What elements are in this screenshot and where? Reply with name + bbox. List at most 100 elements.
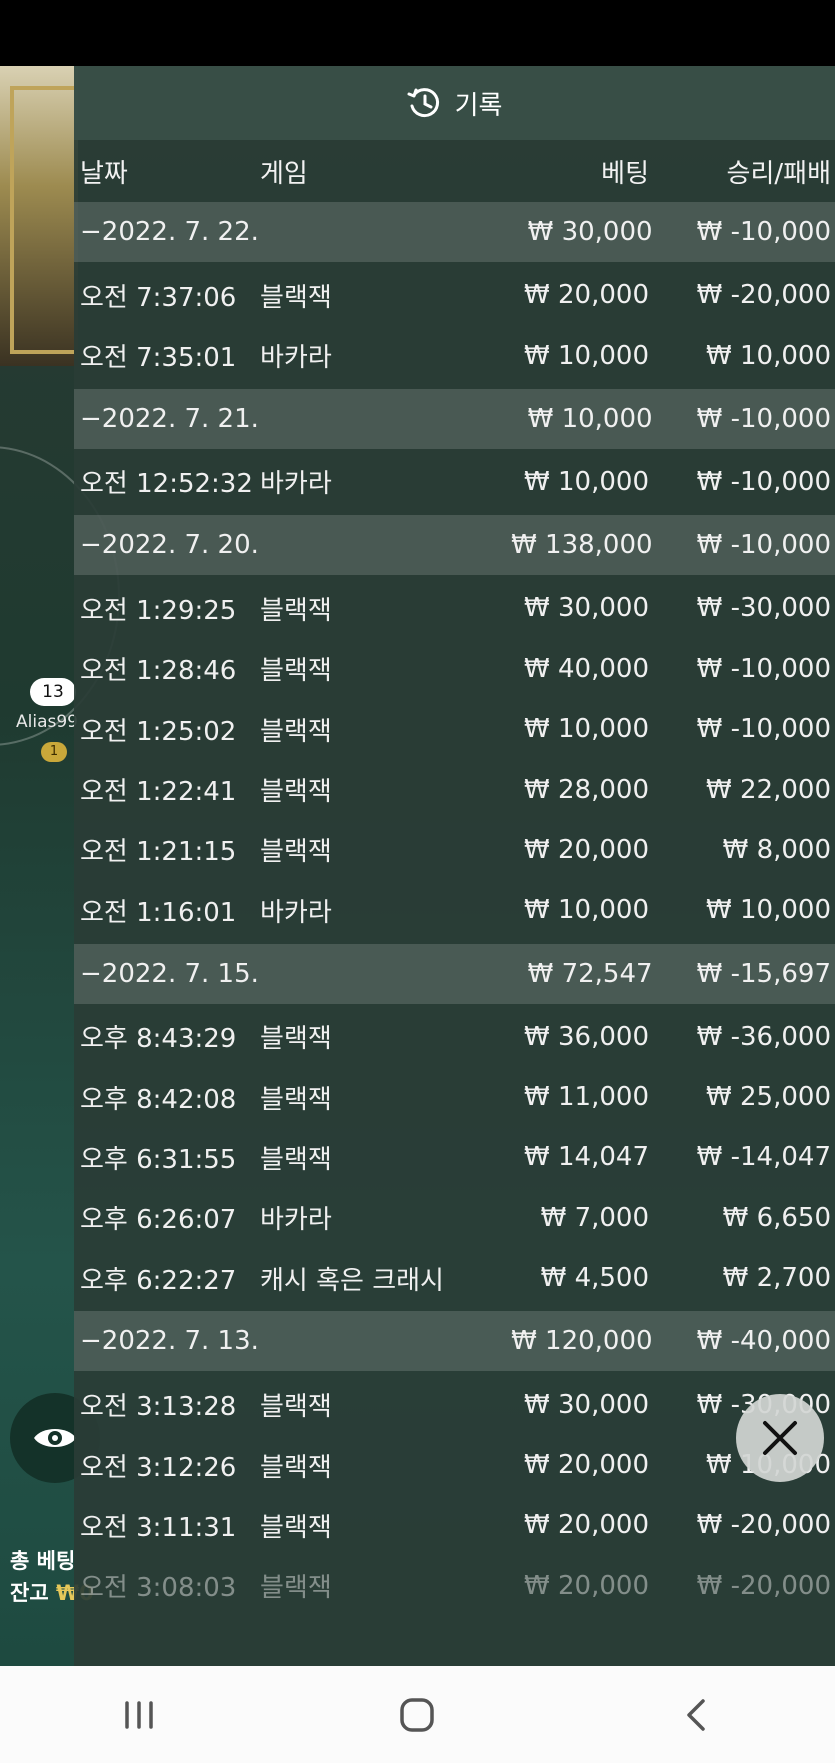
row-game: 블랙잭 bbox=[260, 1144, 332, 1175]
close-icon bbox=[763, 1421, 797, 1455]
group-date: −2022. 7. 20. bbox=[80, 530, 259, 561]
recent-apps-icon bbox=[125, 1700, 153, 1729]
history-row[interactable]: 오전 1:21:15 블랙잭 ₩ 20,000 ₩ 8,000 bbox=[74, 820, 835, 880]
date-group-row[interactable]: −2022. 7. 15. ₩ 72,547 ₩ -15,697 bbox=[74, 943, 835, 1004]
group-bet: ₩ 138,000 bbox=[511, 530, 653, 561]
row-bet: ₩ 10,000 bbox=[524, 714, 649, 745]
history-title: 기록 bbox=[454, 90, 503, 121]
home-button[interactable] bbox=[387, 1685, 447, 1745]
history-clock-icon bbox=[407, 88, 439, 118]
row-win-loss: ₩ -20,000 bbox=[696, 280, 831, 311]
row-bet: ₩ 10,000 bbox=[524, 340, 649, 371]
row-time: 오전 1:25:02 bbox=[80, 716, 237, 747]
row-time: 오전 12:52:32 bbox=[80, 469, 253, 500]
history-row[interactable]: 오전 1:28:46 블랙잭 ₩ 40,000 ₩ -10,000 bbox=[74, 639, 835, 699]
row-bet: ₩ 4,500 bbox=[540, 1263, 649, 1294]
history-row[interactable]: 오전 1:22:41 블랙잭 ₩ 28,000 ₩ 22,000 bbox=[74, 759, 835, 819]
group-win-loss: ₩ -10,000 bbox=[696, 403, 831, 434]
date-group-row[interactable]: −2022. 7. 22. ₩ 30,000 ₩ -10,000 bbox=[74, 202, 835, 262]
group-win-loss: ₩ -10,000 bbox=[696, 217, 831, 247]
row-game: 캐시 혹은 크래시 bbox=[260, 1265, 444, 1296]
group-date: −2022. 7. 15. bbox=[80, 958, 259, 989]
row-game: 블랙잭 bbox=[260, 716, 332, 747]
group-win-loss: ₩ -40,000 bbox=[696, 1326, 831, 1357]
history-row[interactable]: 오후 6:26:07 바카라 ₩ 7,000 ₩ 6,650 bbox=[74, 1188, 835, 1248]
row-bet: ₩ 14,047 bbox=[524, 1142, 649, 1173]
row-bet: ₩ 10,000 bbox=[524, 895, 649, 926]
close-button[interactable] bbox=[736, 1394, 824, 1482]
group-win-loss: ₩ -15,697 bbox=[696, 958, 831, 989]
history-row[interactable]: 오전 3:11:31 블랙잭 ₩ 20,000 ₩ -20,000 bbox=[74, 1495, 835, 1555]
status-bar bbox=[0, 0, 835, 66]
row-time: 오전 3:08:03 bbox=[80, 1573, 237, 1604]
row-game: 바카라 bbox=[260, 897, 332, 928]
row-time: 오후 6:31:55 bbox=[80, 1144, 237, 1175]
group-bet: ₩ 120,000 bbox=[511, 1326, 653, 1357]
row-time: 오전 7:37:06 bbox=[80, 282, 237, 313]
row-bet: ₩ 20,000 bbox=[524, 1570, 649, 1601]
row-win-loss: ₩ 10,000 bbox=[706, 895, 831, 926]
row-bet: ₩ 20,000 bbox=[524, 834, 649, 865]
group-win-loss: ₩ -10,000 bbox=[696, 530, 831, 561]
history-row[interactable]: 오후 8:42:08 블랙잭 ₩ 11,000 ₩ 25,000 bbox=[74, 1067, 835, 1127]
row-game: 블랙잭 bbox=[260, 1452, 332, 1483]
player-coin-icon: 1 bbox=[41, 742, 67, 762]
row-bet: ₩ 11,000 bbox=[524, 1082, 649, 1113]
history-row[interactable]: 오후 6:31:55 블랙잭 ₩ 14,047 ₩ -14,047 bbox=[74, 1127, 835, 1187]
history-row[interactable]: 오후 6:22:27 캐시 혹은 크래시 ₩ 4,500 ₩ 2,700 bbox=[74, 1248, 835, 1308]
group-date: −2022. 7. 21. bbox=[80, 403, 259, 434]
eye-icon bbox=[34, 1429, 76, 1447]
background-frame bbox=[0, 66, 78, 366]
history-row[interactable]: 오전 1:29:25 블랙잭 ₩ 30,000 ₩ -30,000 bbox=[74, 578, 835, 638]
row-game: 블랙잭 bbox=[260, 1084, 332, 1115]
row-time: 오전 1:21:15 bbox=[80, 837, 237, 868]
row-time: 오전 1:22:41 bbox=[80, 777, 237, 808]
history-header: 기록 bbox=[74, 66, 835, 140]
total-bet-label: 총 베팅 bbox=[10, 1549, 76, 1573]
row-win-loss: ₩ 6,650 bbox=[722, 1202, 831, 1233]
system-navigation-bar bbox=[0, 1666, 835, 1763]
row-time: 오전 3:11:31 bbox=[80, 1512, 237, 1543]
history-row[interactable]: 오전 3:08:03 블랙잭 ₩ 20,000 ₩ -20,000 bbox=[74, 1556, 835, 1616]
date-group-row[interactable]: −2022. 7. 20. ₩ 138,000 ₩ -10,000 bbox=[74, 515, 835, 576]
history-row[interactable]: 오전 3:13:28 블랙잭 ₩ 30,000 ₩ -30,000 bbox=[74, 1374, 835, 1434]
row-win-loss: ₩ -30,000 bbox=[696, 593, 831, 624]
history-row[interactable]: 오전 12:52:32 바카라 ₩ 10,000 ₩ -10,000 bbox=[74, 452, 835, 512]
row-game: 블랙잭 bbox=[260, 837, 332, 868]
row-win-loss: ₩ 22,000 bbox=[706, 774, 831, 805]
column-win-loss: 승리/패배 bbox=[726, 158, 831, 189]
date-group-row[interactable]: −2022. 7. 21. ₩ 10,000 ₩ -10,000 bbox=[74, 388, 835, 449]
history-row[interactable]: 오전 1:16:01 바카라 ₩ 10,000 ₩ 10,000 bbox=[74, 880, 835, 940]
row-bet: ₩ 20,000 bbox=[524, 1450, 649, 1481]
row-bet: ₩ 36,000 bbox=[524, 1021, 649, 1052]
row-win-loss: ₩ -20,000 bbox=[696, 1570, 831, 1601]
row-win-loss: ₩ -20,000 bbox=[696, 1510, 831, 1541]
history-list[interactable]: −2022. 7. 22. ₩ 30,000 ₩ -10,000 오전 7:37… bbox=[74, 202, 835, 1619]
row-game: 블랙잭 bbox=[260, 1392, 332, 1423]
column-date: 날짜 bbox=[80, 158, 128, 189]
recent-apps-button[interactable] bbox=[109, 1685, 169, 1745]
row-time: 오전 1:28:46 bbox=[80, 656, 237, 687]
row-time: 오후 6:22:27 bbox=[80, 1265, 237, 1296]
back-button[interactable] bbox=[666, 1685, 726, 1745]
history-row[interactable]: 오전 7:37:06 블랙잭 ₩ 20,000 ₩ -20,000 bbox=[74, 265, 835, 325]
row-time: 오후 8:42:08 bbox=[80, 1084, 237, 1115]
row-time: 오전 1:16:01 bbox=[80, 897, 237, 928]
row-game: 바카라 bbox=[260, 1205, 332, 1236]
history-row[interactable]: 오후 8:43:29 블랙잭 ₩ 36,000 ₩ -36,000 bbox=[74, 1007, 835, 1067]
row-bet: ₩ 20,000 bbox=[524, 280, 649, 311]
column-game: 게임 bbox=[260, 158, 308, 189]
player-seat-badge[interactable]: 13 bbox=[30, 678, 76, 706]
row-time: 오전 3:13:28 bbox=[80, 1392, 237, 1423]
row-time: 오후 6:26:07 bbox=[80, 1205, 237, 1236]
group-date: −2022. 7. 13. bbox=[80, 1326, 259, 1357]
date-group-row[interactable]: −2022. 7. 13. ₩ 120,000 ₩ -40,000 bbox=[74, 1311, 835, 1372]
row-bet: ₩ 30,000 bbox=[524, 1389, 649, 1420]
history-row[interactable]: 오전 1:25:02 블랙잭 ₩ 10,000 ₩ -10,000 bbox=[74, 699, 835, 759]
history-row[interactable]: 오전 3:12:26 블랙잭 ₩ 20,000 ₩ 10,000 bbox=[74, 1435, 835, 1495]
history-row[interactable]: 오전 7:35:01 바카라 ₩ 10,000 ₩ 10,000 bbox=[74, 325, 835, 385]
column-bet: 베팅 bbox=[601, 158, 649, 189]
row-game: 바카라 bbox=[260, 343, 332, 374]
row-time: 오전 7:35:01 bbox=[80, 343, 237, 374]
row-time: 오전 3:12:26 bbox=[80, 1452, 237, 1483]
